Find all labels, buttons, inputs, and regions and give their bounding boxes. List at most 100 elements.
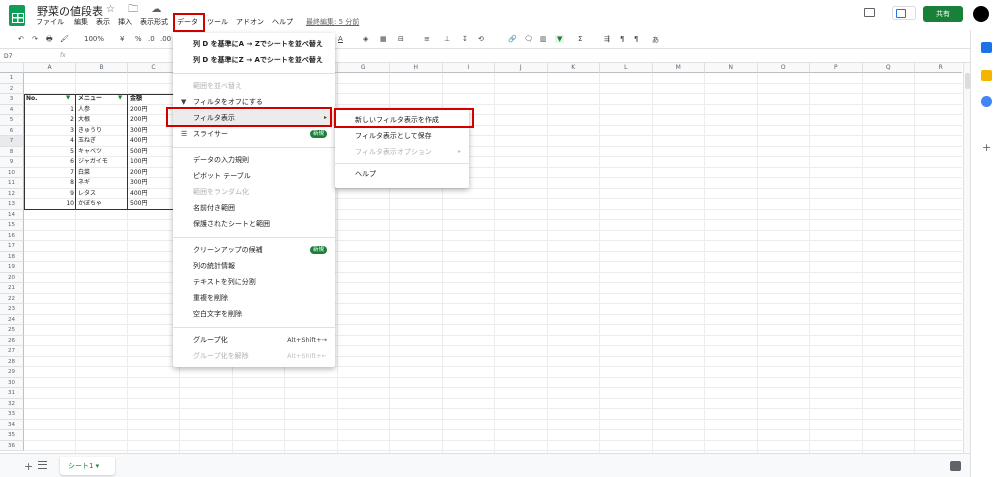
menu-file[interactable]: ファイル <box>36 17 64 27</box>
menu-item[interactable]: クリーンアップの候補 新規 <box>173 242 335 258</box>
row-header[interactable]: 32 <box>0 398 24 409</box>
row-header[interactable]: 19 <box>0 262 24 273</box>
input-tools-icon[interactable]: あ <box>652 35 659 45</box>
fill-color-icon[interactable]: ◈ <box>363 35 368 43</box>
row-header[interactable]: 5 <box>0 115 24 126</box>
menu-help[interactable]: ヘルプ <box>272 17 293 27</box>
column-header[interactable]: B <box>76 63 128 73</box>
redo-icon[interactable]: ↷ <box>32 35 38 43</box>
row-header[interactable]: 30 <box>0 377 24 388</box>
filter-icon[interactable]: ▼ <box>555 35 565 43</box>
menu-item[interactable]: ピボット テーブル <box>173 168 335 184</box>
rtl-icon[interactable]: ⇶ <box>604 35 610 43</box>
sheet-grid[interactable]: ABCDEFGHIJKLMNOPQR1234567891011121314151… <box>0 63 962 453</box>
row-header[interactable]: 29 <box>0 367 24 378</box>
row-header[interactable]: 18 <box>0 251 24 262</box>
row-header[interactable]: 4 <box>0 104 24 115</box>
paragraph-icon[interactable]: ¶ <box>634 35 638 43</box>
tasks-icon[interactable] <box>981 96 992 107</box>
column-header[interactable]: G <box>337 63 390 73</box>
insert-link-icon[interactable]: 🔗 <box>508 35 517 43</box>
menu-edit[interactable]: 編集 <box>74 17 88 27</box>
menu-tools[interactable]: ツール <box>207 17 228 27</box>
row-header[interactable]: 23 <box>0 304 24 315</box>
comment-history-icon[interactable] <box>864 8 875 17</box>
row-header[interactable]: 17 <box>0 241 24 252</box>
row-header[interactable]: 20 <box>0 272 24 283</box>
column-header[interactable]: A <box>24 63 76 73</box>
explore-icon[interactable] <box>950 461 961 471</box>
share-button[interactable]: 共有 <box>923 6 963 22</box>
row-header[interactable]: 21 <box>0 283 24 294</box>
column-header[interactable]: M <box>652 63 705 73</box>
column-header[interactable]: R <box>915 63 962 73</box>
get-addons-icon[interactable]: + <box>982 141 991 154</box>
column-header[interactable]: H <box>390 63 443 73</box>
row-header[interactable]: 35 <box>0 430 24 441</box>
row-header[interactable]: 7 <box>0 136 24 147</box>
insert-chart-icon[interactable]: ▥ <box>540 35 547 43</box>
keep-icon[interactable] <box>981 70 992 81</box>
present-button[interactable] <box>892 6 916 20</box>
row-header[interactable]: 13 <box>0 199 24 210</box>
column-header[interactable]: Q <box>862 63 915 73</box>
menu-item[interactable]: 保護されたシートと範囲 <box>173 216 335 232</box>
menu-item[interactable]: 空白文字を削除 <box>173 306 335 322</box>
menu-item[interactable]: 列 D を基準にA → Zでシートを並べ替え <box>173 36 335 52</box>
row-header[interactable]: 9 <box>0 157 24 168</box>
row-header[interactable]: 24 <box>0 314 24 325</box>
menu-item[interactable]: 名前付き範囲 <box>173 200 335 216</box>
decrease-decimal-icon[interactable]: .0 <box>148 35 155 43</box>
row-header[interactable]: 28 <box>0 356 24 367</box>
row-header[interactable]: 31 <box>0 388 24 399</box>
ltr-icon[interactable]: ¶ <box>620 35 624 43</box>
menu-view[interactable]: 表示 <box>96 17 110 27</box>
row-header[interactable]: 36 <box>0 440 24 451</box>
undo-icon[interactable]: ↶ <box>18 35 24 43</box>
row-header[interactable]: 10 <box>0 167 24 178</box>
text-wrap-icon[interactable]: ↧ <box>462 35 468 43</box>
currency-icon[interactable]: ¥ <box>120 35 124 43</box>
menu-item[interactable]: ☰ スライサー 新規 <box>173 126 335 142</box>
row-header[interactable]: 25 <box>0 325 24 336</box>
avatar[interactable] <box>973 6 989 22</box>
column-header[interactable]: J <box>495 63 548 73</box>
text-rotate-icon[interactable]: ⟲ <box>478 35 484 43</box>
row-header[interactable]: 6 <box>0 125 24 136</box>
row-header[interactable]: 11 <box>0 178 24 189</box>
functions-icon[interactable]: Σ <box>578 35 582 43</box>
row-header[interactable]: 2 <box>0 83 24 94</box>
menu-item[interactable]: ヘルプ <box>335 166 469 182</box>
calendar-icon[interactable] <box>981 42 992 53</box>
row-header[interactable]: 8 <box>0 146 24 157</box>
column-header[interactable]: N <box>705 63 758 73</box>
row-header[interactable]: 1 <box>0 73 24 84</box>
column-header[interactable]: P <box>810 63 863 73</box>
column-header[interactable]: K <box>547 63 600 73</box>
all-sheets-icon[interactable] <box>38 461 47 469</box>
menu-addons[interactable]: アドオン <box>236 17 264 27</box>
row-header[interactable]: 33 <box>0 409 24 420</box>
percent-icon[interactable]: % <box>135 35 142 43</box>
menu-item[interactable]: 列 D を基準にZ → Aでシートを並べ替え <box>173 52 335 68</box>
horizontal-align-icon[interactable]: ≡ <box>424 35 430 43</box>
add-sheet-icon[interactable]: + <box>24 460 33 473</box>
paint-format-icon[interactable]: 🖌 <box>60 35 69 43</box>
zoom-select[interactable]: 100% <box>84 35 104 43</box>
menu-item[interactable]: 列の統計情報 <box>173 258 335 274</box>
borders-icon[interactable]: ▦ <box>380 35 387 43</box>
name-box[interactable]: D7 <box>4 53 12 60</box>
column-header[interactable]: O <box>757 63 810 73</box>
menu-item[interactable]: テキストを列に分割 <box>173 274 335 290</box>
increase-decimal-icon[interactable]: .00 <box>160 35 171 43</box>
menu-item[interactable]: 重複を削除 <box>173 290 335 306</box>
corner-select-all[interactable] <box>0 63 24 73</box>
sheet-tab[interactable]: シート1 ▾ <box>60 457 115 475</box>
row-header[interactable]: 12 <box>0 188 24 199</box>
column-header[interactable]: I <box>442 63 495 73</box>
print-icon[interactable]: 🖶 <box>46 35 53 46</box>
row-header[interactable]: 15 <box>0 220 24 231</box>
menu-format[interactable]: 表示形式 <box>140 17 168 27</box>
last-edit-link[interactable]: 最終編集: 5 分前 <box>306 17 359 27</box>
menu-item[interactable]: フィルタ表示として保存 <box>335 128 469 144</box>
